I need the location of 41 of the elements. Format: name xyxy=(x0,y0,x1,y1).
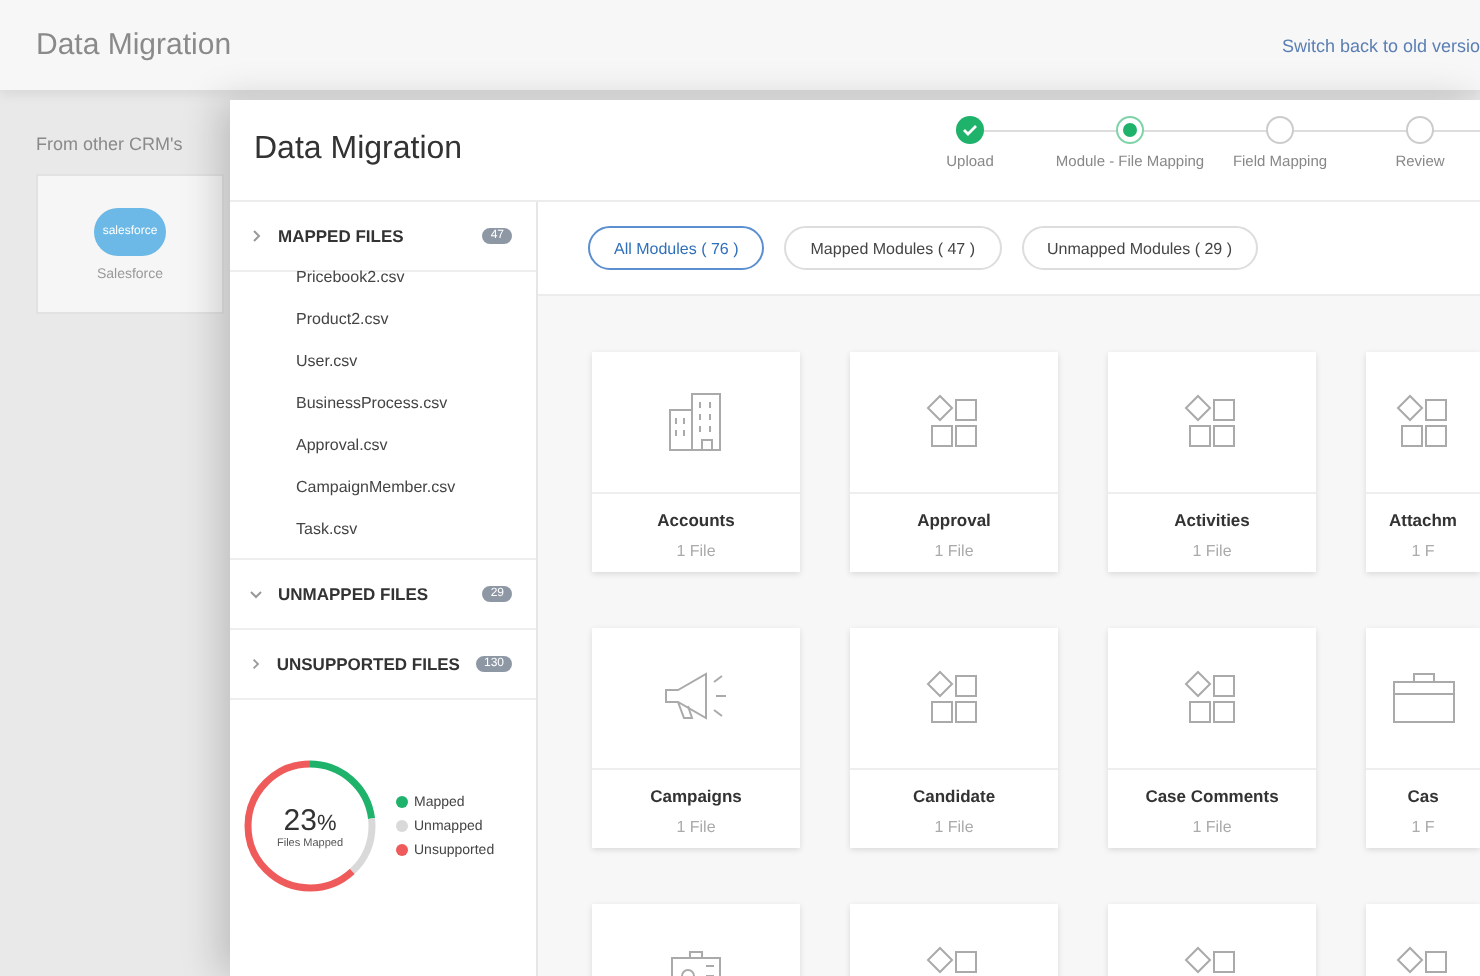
module-name: Approval xyxy=(915,510,993,530)
module-name: Cas xyxy=(1405,786,1441,806)
file-item[interactable]: Approval.csv xyxy=(296,424,536,466)
file-count: 1 F xyxy=(1409,542,1437,560)
module-card[interactable]: Case Comments 1 File xyxy=(1108,628,1316,848)
file-count: 1 File xyxy=(1190,542,1234,560)
file-count: 1 File xyxy=(932,542,976,560)
module-card[interactable]: Approval 1 File xyxy=(850,352,1058,572)
module-card[interactable]: Attachm 1 F xyxy=(1366,352,1480,572)
section-title: MAPPED FILES xyxy=(278,226,406,246)
module-name: Accounts xyxy=(655,510,737,530)
module-card[interactable]: Candidate 1 File xyxy=(850,628,1058,848)
module-card[interactable]: Campaigns 1 File xyxy=(592,628,800,848)
module-card[interactable]: Accounts 1 File xyxy=(592,352,800,572)
file-item[interactable]: User.csv xyxy=(296,340,536,382)
switch-version-link[interactable]: Switch back to old versio xyxy=(1281,35,1480,55)
module-name: Candidate xyxy=(910,786,998,806)
module-name: Case Comments xyxy=(1143,786,1281,806)
file-count: 1 F xyxy=(1409,818,1437,836)
module-name: Activities xyxy=(1172,510,1252,530)
file-count: 1 File xyxy=(1190,818,1234,836)
file-item[interactable]: BusinessProcess.csv xyxy=(296,382,536,424)
filter-tab[interactable]: Unmapped Modules ( 29 ) xyxy=(1021,226,1259,270)
file-item[interactable]: Product2.csv xyxy=(296,298,536,340)
module-card[interactable]: Activities 1 File xyxy=(1108,352,1316,572)
module-name: Campaigns xyxy=(648,786,744,806)
section-title: UNMAPPED FILES xyxy=(278,584,431,604)
file-count: 1 File xyxy=(674,542,718,560)
filter-tab[interactable]: All Modules ( 76 ) xyxy=(588,226,765,270)
file-item[interactable]: CampaignMember.csv xyxy=(296,466,536,508)
file-count: 1 File xyxy=(674,818,718,836)
file-item[interactable]: Task.csv xyxy=(296,508,536,550)
dialog-title: Data Migration xyxy=(254,132,463,168)
file-count: 1 File xyxy=(932,818,976,836)
percent-value: 23% xyxy=(283,803,337,837)
module-name: Attachm xyxy=(1386,510,1459,530)
source-label: From other CRM's xyxy=(36,134,185,154)
module-card[interactable]: Cas 1 F xyxy=(1366,628,1480,848)
section-title: UNSUPPORTED FILES xyxy=(276,654,460,674)
filter-tab[interactable]: Mapped Modules ( 47 ) xyxy=(784,226,1002,270)
page-title: Data Migration xyxy=(36,28,232,62)
